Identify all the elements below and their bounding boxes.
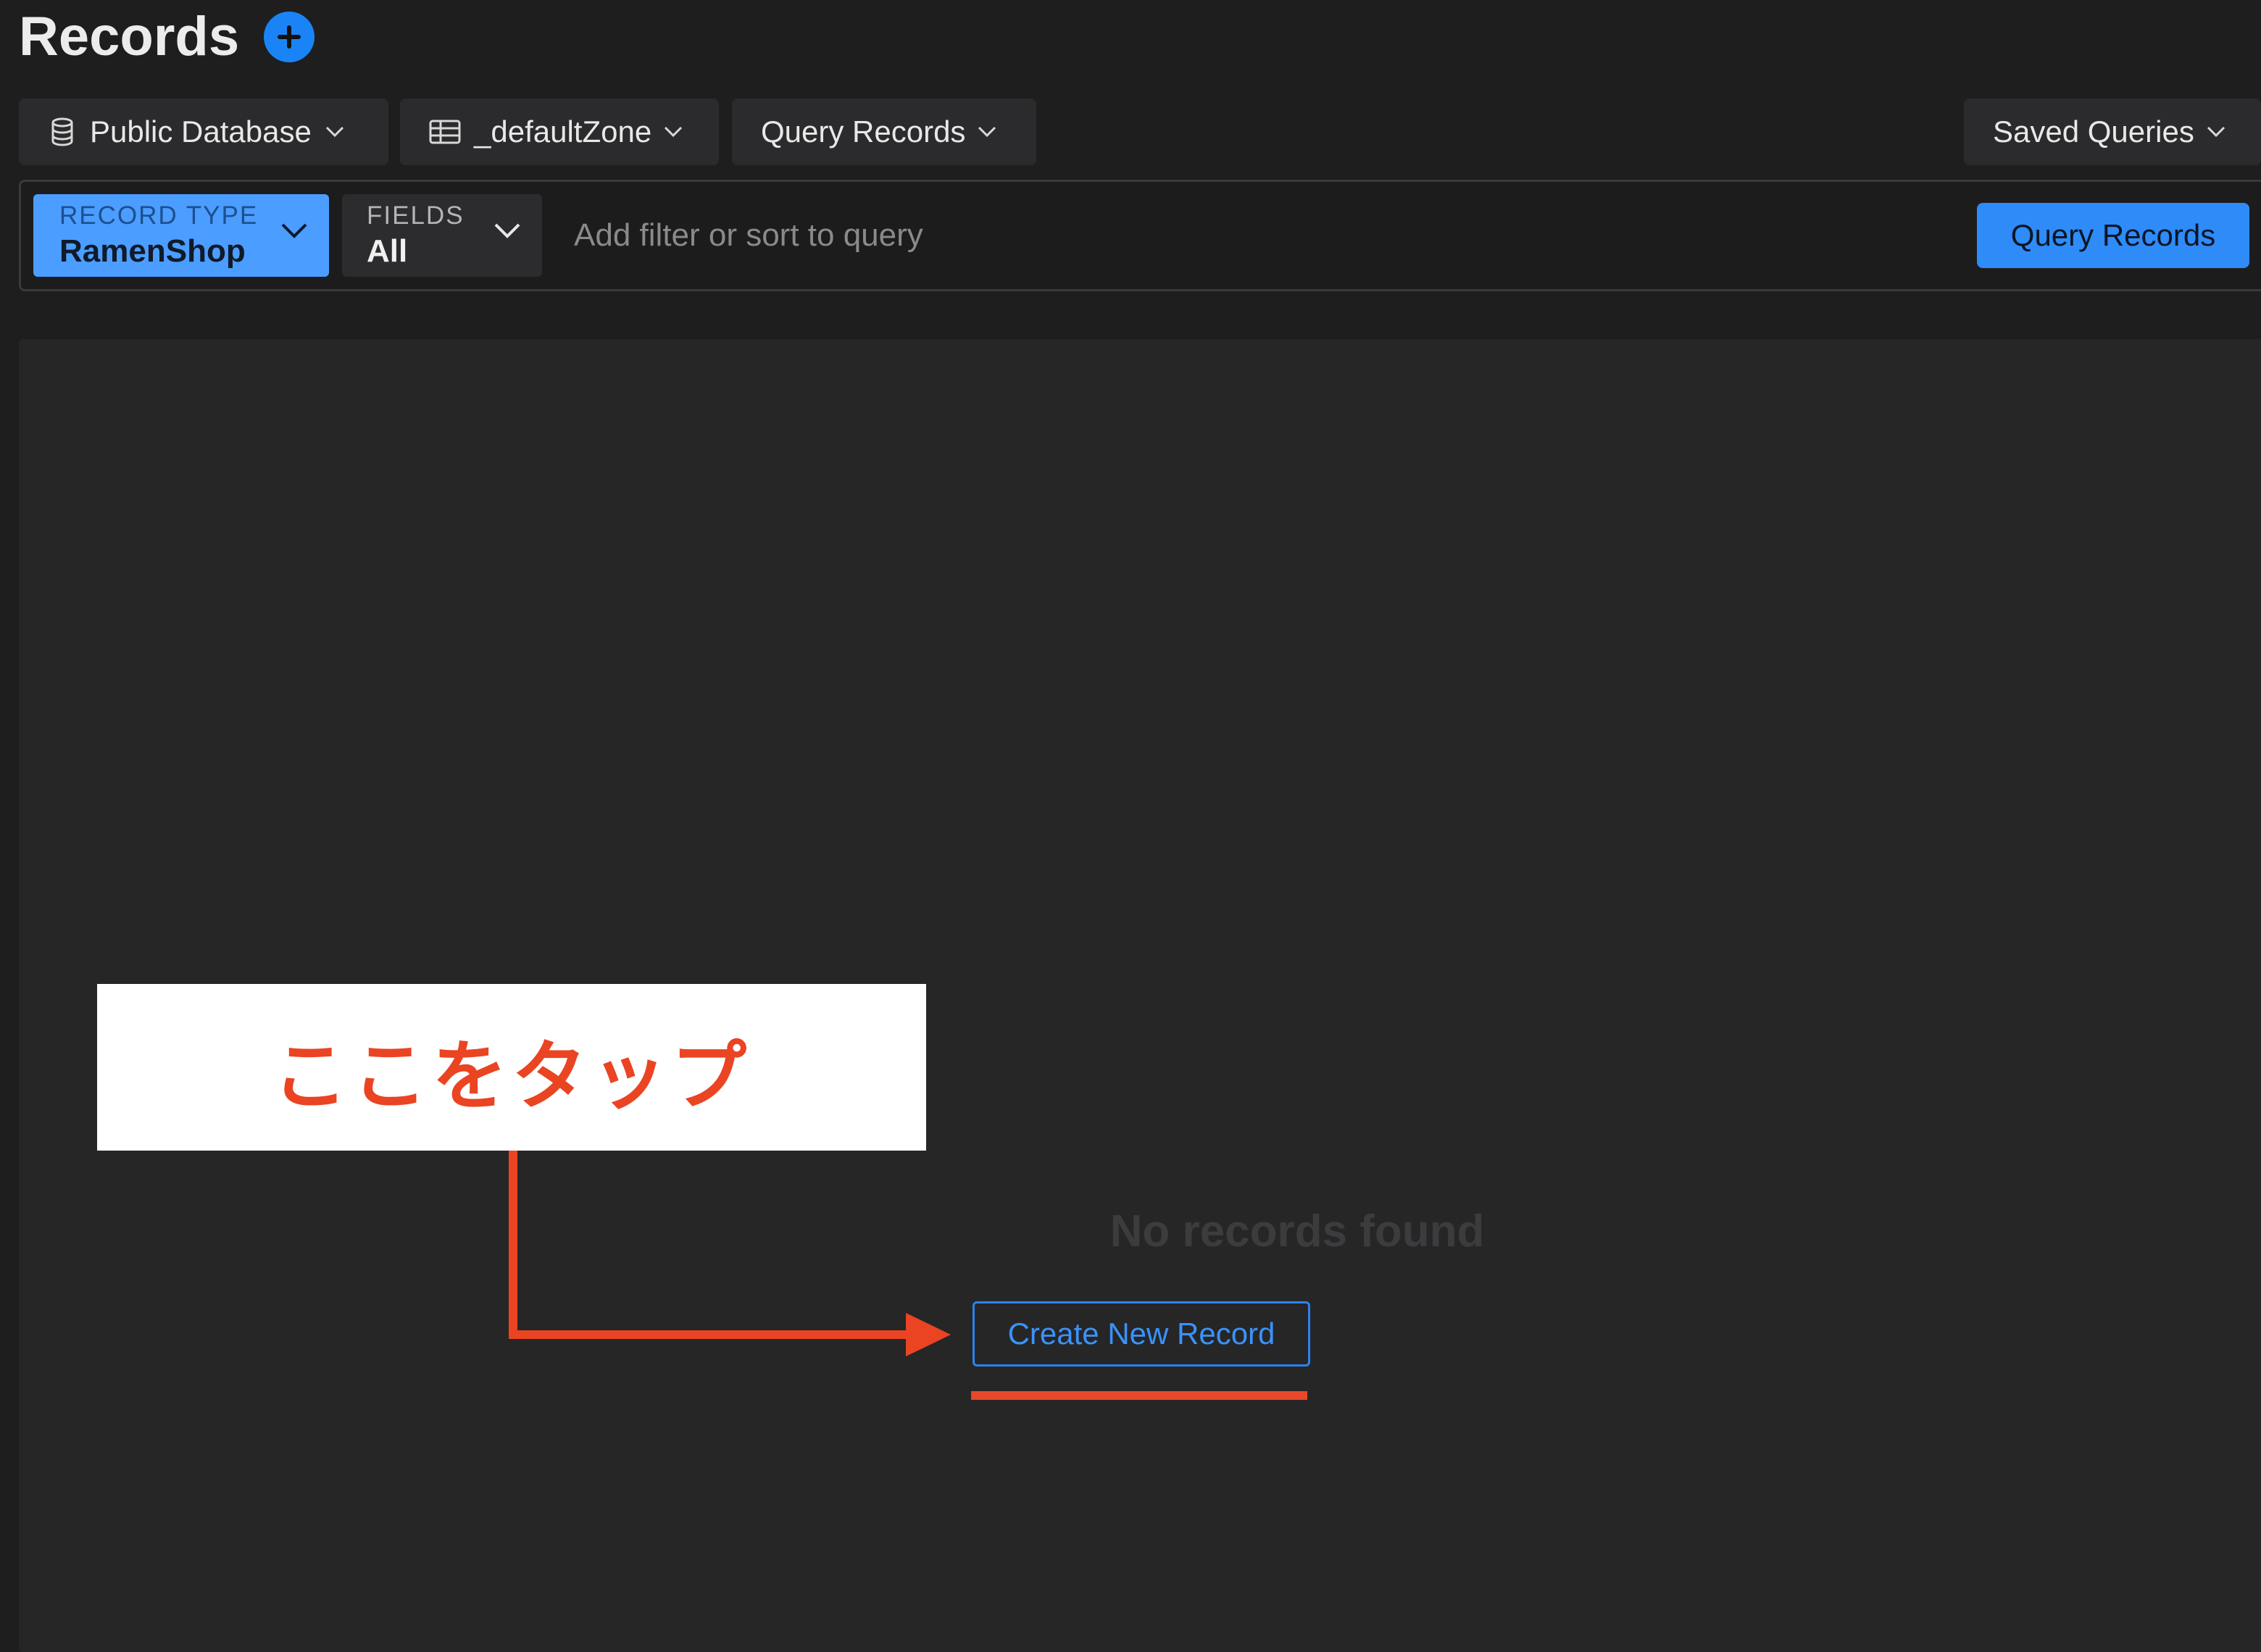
saved-queries-label: Saved Queries bbox=[1993, 114, 2194, 149]
chevron-down-icon[interactable] bbox=[493, 222, 522, 241]
chevron-down-icon bbox=[2207, 126, 2225, 138]
fields-caption: FIELDS bbox=[367, 201, 465, 230]
saved-queries-selector[interactable]: Saved Queries bbox=[1964, 99, 2261, 165]
record-type-caption: RECORD TYPE bbox=[59, 201, 259, 230]
fields-value: All bbox=[367, 233, 408, 269]
query-mode-label: Query Records bbox=[761, 114, 966, 149]
zone-label: _defaultZone bbox=[474, 114, 652, 149]
query-records-button[interactable]: Query Records bbox=[1977, 203, 2249, 268]
zone-selector[interactable]: _defaultZone bbox=[400, 99, 719, 165]
query-mode-selector[interactable]: Query Records bbox=[732, 99, 1036, 165]
annotation-underline bbox=[971, 1391, 1307, 1400]
database-selector[interactable]: Public Database bbox=[19, 99, 388, 165]
chevron-down-icon bbox=[325, 126, 343, 138]
database-icon bbox=[51, 117, 73, 146]
filter-input[interactable] bbox=[564, 210, 1941, 261]
chevron-down-icon bbox=[665, 126, 683, 138]
create-new-record-button[interactable]: Create New Record bbox=[973, 1301, 1310, 1367]
page-title: Records bbox=[19, 6, 240, 67]
chevron-down-icon[interactable] bbox=[280, 222, 309, 241]
plus-icon bbox=[278, 25, 301, 49]
empty-state-message: No records found bbox=[1109, 1206, 1485, 1256]
table-icon bbox=[429, 120, 461, 144]
annotation-callout-text: ここをタップ bbox=[272, 1032, 751, 1120]
record-type-value: RamenShop bbox=[59, 233, 246, 269]
chevron-down-icon bbox=[978, 126, 996, 138]
add-record-button[interactable] bbox=[264, 12, 315, 62]
database-label: Public Database bbox=[90, 114, 312, 149]
